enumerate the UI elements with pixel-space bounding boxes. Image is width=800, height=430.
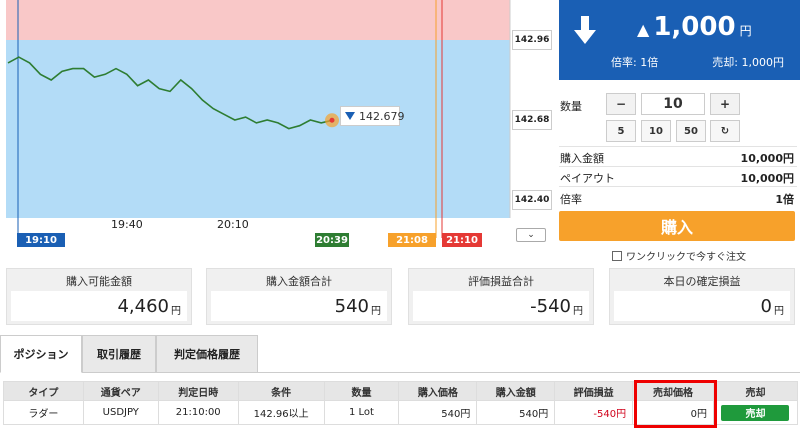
purchase-amount-label: 購入金額	[560, 152, 604, 165]
unrealized-pnl-card: 評価損益合計 -540 円	[408, 268, 594, 325]
card-value: 0	[760, 295, 772, 317]
column-header: 売却	[712, 381, 799, 401]
card-unit: 円	[774, 305, 784, 317]
buy-price-unit: 円	[739, 24, 752, 38]
time-axis-label: 20:10	[217, 218, 249, 231]
sell-text: 売却: 1,000円	[712, 56, 784, 69]
quantity-plus-button[interactable]: +	[710, 93, 740, 115]
card-title: 評価損益合計	[468, 275, 534, 288]
card-unit: 円	[371, 305, 381, 317]
buy-deadline-badge: 21:08	[388, 233, 436, 247]
cell-time: 21:10:00	[157, 400, 239, 425]
quantity-label: 数量	[560, 100, 582, 113]
cell-amount: 540円	[476, 400, 556, 425]
purchase-total-card: 購入金額合計 540 円	[206, 268, 392, 325]
card-title: 購入金額合計	[266, 275, 332, 288]
payout-label: ペイアウト	[560, 172, 615, 185]
quick-qty-50-button[interactable]: 50	[676, 120, 706, 142]
multiplier-value: 1倍	[775, 193, 794, 206]
table-row: ラダー USDJPY 21:10:00 142.96以上 1 Lot 540円 …	[3, 400, 799, 425]
card-title: 購入可能金額	[66, 275, 132, 288]
card-value: 540	[334, 295, 369, 317]
card-unit: 円	[171, 305, 181, 317]
lower-zone	[6, 40, 510, 218]
buy-price-value: 1,000	[653, 12, 736, 42]
cell-sell-price: 0円	[632, 400, 714, 425]
tab-trade-history[interactable]: 取引履歴	[82, 335, 156, 373]
sell-button[interactable]: 売却	[721, 404, 790, 421]
price-level-high: 142.96	[512, 30, 552, 50]
tab-judge-price-history[interactable]: 判定価格履歴	[156, 335, 258, 373]
column-header: 購入価格	[398, 381, 478, 401]
refresh-icon: ↻	[720, 125, 730, 137]
upper-zone	[6, 0, 510, 40]
realized-pnl-card: 本日の確定損益 0円	[609, 268, 795, 325]
column-header: 売却価格	[632, 381, 714, 401]
buy-header[interactable]: ▲ 1,000 円 倍率: 1倍 売却: 1,000円	[559, 0, 800, 80]
cell-pair: USDJPY	[82, 400, 159, 425]
multiplier-label: 倍率	[560, 193, 582, 206]
available-amount-card: 購入可能金額 4,460 円	[6, 268, 192, 325]
current-price-value: 142.679	[359, 109, 405, 123]
card-value: -540	[530, 295, 571, 317]
column-header: 購入金額	[476, 381, 556, 401]
price-level-low: 142.40	[512, 190, 552, 210]
column-header: 通貨ペア	[82, 381, 159, 401]
down-arrow-icon	[563, 4, 607, 56]
cell-condition: 142.96以上	[237, 400, 325, 425]
cell-pnl: -540円	[554, 400, 634, 425]
down-triangle-icon	[345, 112, 355, 120]
current-time-badge: 20:39	[315, 233, 349, 247]
current-price-tag: 142.679	[340, 106, 405, 126]
tab-positions[interactable]: ポジション	[0, 335, 82, 373]
card-title: 本日の確定損益	[663, 275, 741, 288]
quantity-minus-button[interactable]: −	[606, 93, 636, 115]
chart-collapse-button[interactable]: ⌄	[516, 228, 546, 242]
oneclick-checkbox[interactable]: ワンクリックで今すぐ注文	[612, 248, 746, 263]
column-header: タイプ	[3, 381, 84, 401]
reset-qty-button[interactable]: ↻	[710, 120, 740, 142]
rate-text: 倍率: 1倍	[611, 56, 659, 69]
buy-button[interactable]: 購入	[559, 211, 795, 241]
positions-table: タイプ 通貨ペア 判定日時 条件 数量 購入価格 購入金額 評価損益 売却価格 …	[3, 381, 799, 425]
table-header-row: タイプ 通貨ペア 判定日時 条件 数量 購入価格 購入金額 評価損益 売却価格 …	[3, 381, 799, 401]
quick-qty-5-button[interactable]: 5	[606, 120, 636, 142]
quick-qty-10-button[interactable]: 10	[641, 120, 671, 142]
price-chart	[6, 0, 511, 238]
price-level-mid: 142.68	[512, 110, 552, 130]
start-time-badge: 19:10	[17, 233, 65, 247]
column-header: 条件	[237, 381, 325, 401]
cell-sell: 売却	[712, 400, 799, 425]
quantity-input[interactable]: 10	[641, 93, 705, 115]
chevron-down-icon: ⌄	[527, 230, 535, 240]
column-header: 数量	[323, 381, 400, 401]
tab-bar: ポジション 取引履歴 判定価格履歴	[0, 335, 800, 373]
cell-type: ラダー	[3, 400, 84, 425]
card-unit: 円	[573, 305, 583, 317]
column-header: 評価損益	[554, 381, 634, 401]
judge-time-badge: 21:10	[442, 233, 482, 247]
payout-value: 10,000円	[740, 172, 794, 185]
time-axis-label: 19:40	[111, 218, 143, 231]
oneclick-label: ワンクリックで今すぐ注文	[626, 252, 746, 263]
checkbox-icon[interactable]	[612, 250, 622, 261]
purchase-amount-value: 10,000円	[740, 152, 794, 165]
cell-qty: 1 Lot	[323, 400, 400, 425]
card-value: 4,460	[117, 295, 169, 317]
up-triangle-icon: ▲	[637, 20, 650, 39]
buy-price: ▲ 1,000 円	[637, 12, 752, 42]
column-header: 判定日時	[157, 381, 239, 401]
cell-buy-price: 540円	[398, 400, 478, 425]
